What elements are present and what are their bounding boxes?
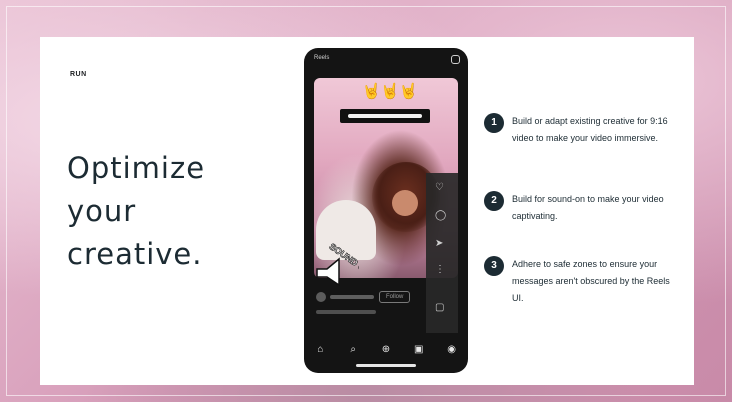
- phone-mockup: Reels 🤘🤘🤘 ♡ ◯ ➤ ⋮ ▢ SOUND ON Follow ⌂ ⌕ …: [304, 48, 468, 373]
- username-placeholder: [330, 295, 374, 299]
- more-icon[interactable]: ⋮: [435, 265, 445, 275]
- step-number: 3: [484, 256, 504, 276]
- reels-icon[interactable]: ▣: [412, 344, 426, 355]
- sound-on-icon: SOUND ON: [316, 241, 359, 287]
- reels-title: Reels: [314, 55, 330, 61]
- audio-icon[interactable]: ▢: [435, 303, 444, 313]
- create-icon[interactable]: ⊕: [379, 344, 393, 355]
- home-indicator: [356, 364, 416, 367]
- caption-text-placeholder: [316, 310, 376, 314]
- follow-button[interactable]: Follow: [379, 291, 411, 303]
- caption-placeholder: [348, 114, 422, 118]
- step-text: Build or adapt existing creative for 9:1…: [512, 116, 668, 143]
- step-text: Build for sound-on to make your video ca…: [512, 194, 664, 221]
- headline-line-1: Optimize: [67, 151, 206, 185]
- video-subject-face: [392, 190, 418, 216]
- headline-line-3: creative.: [67, 237, 203, 271]
- step-text: Adhere to safe zones to ensure your mess…: [512, 259, 670, 303]
- step-number: 2: [484, 191, 504, 211]
- slide-card: RUN Optimize your creative. Reels 🤘🤘🤘 ♡ …: [40, 37, 694, 385]
- bottom-nav: ⌂ ⌕ ⊕ ▣ ◉: [304, 338, 468, 360]
- camera-icon: [451, 55, 460, 64]
- avatar[interactable]: [316, 292, 326, 302]
- reel-author-row: Follow: [316, 291, 426, 304]
- headline-line-2: your: [67, 194, 137, 228]
- section-label: RUN: [70, 71, 87, 78]
- reels-side-actions: ♡ ◯ ➤ ⋮ ▢: [426, 173, 458, 333]
- comment-icon[interactable]: ◯: [435, 211, 446, 221]
- share-icon[interactable]: ➤: [435, 239, 443, 249]
- home-icon[interactable]: ⌂: [313, 344, 327, 355]
- headline: Optimize your creative.: [67, 147, 267, 276]
- step-number: 1: [484, 113, 504, 133]
- rock-hand-emoji: 🤘🤘🤘: [362, 83, 419, 100]
- search-icon[interactable]: ⌕: [346, 344, 360, 355]
- profile-icon[interactable]: ◉: [445, 344, 459, 355]
- caption-box: [340, 109, 430, 123]
- heart-icon[interactable]: ♡: [435, 183, 444, 193]
